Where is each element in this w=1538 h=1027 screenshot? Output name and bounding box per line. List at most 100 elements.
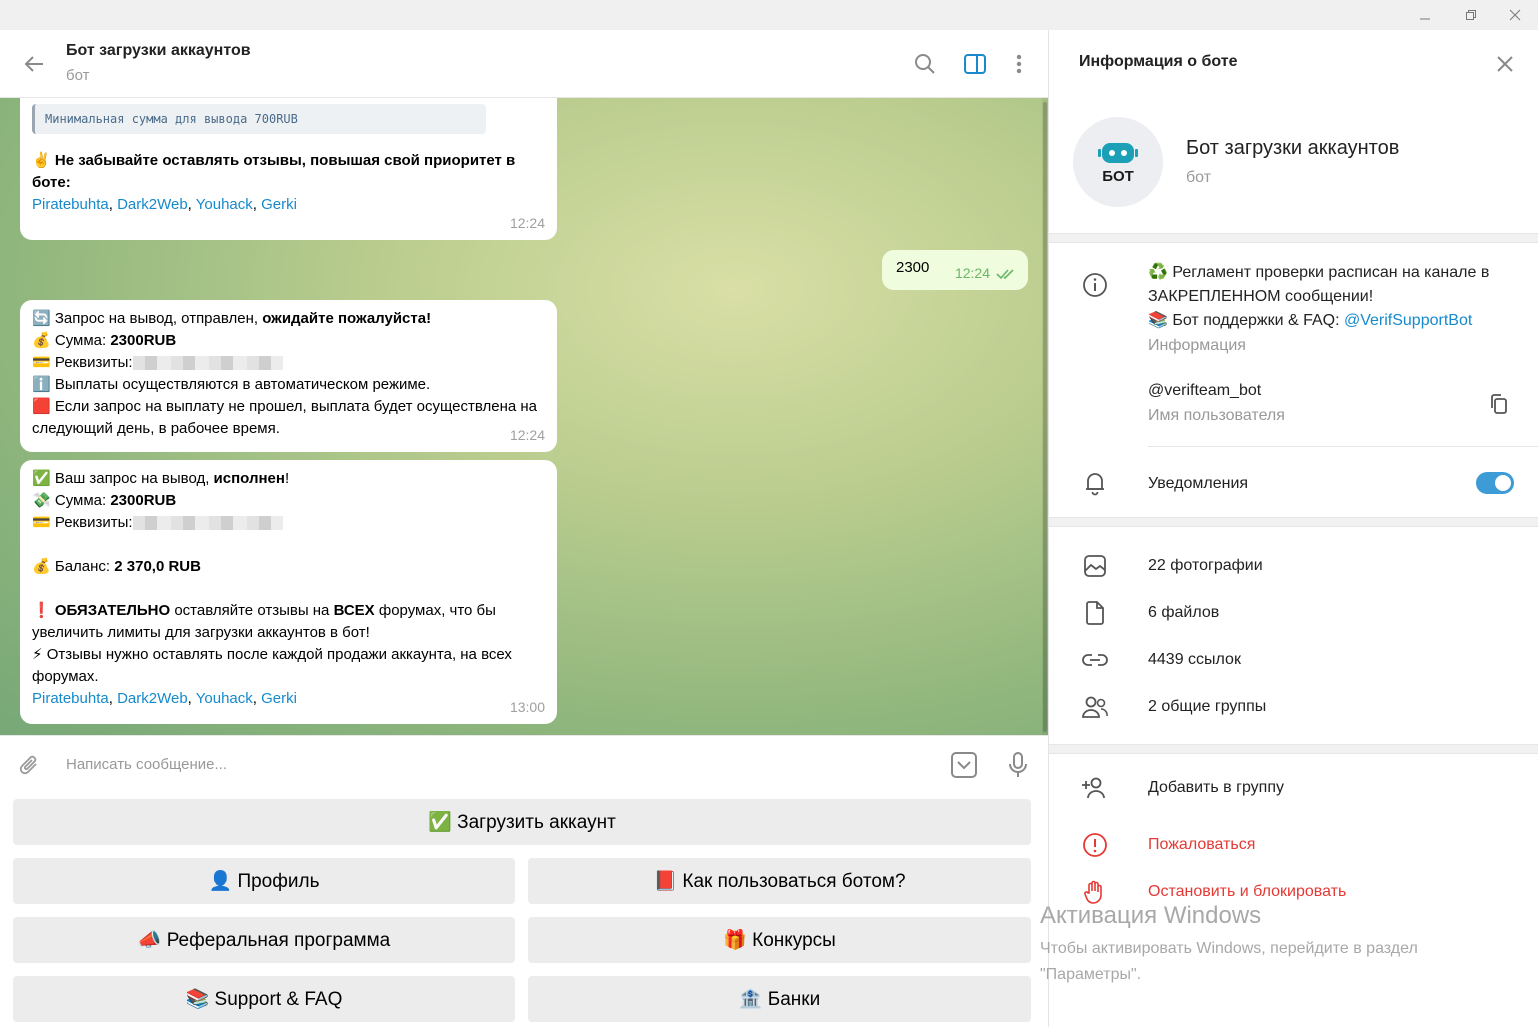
bot-keyboard: ✅ Загрузить аккаунт 👤 Профиль 📕 Как поль… [0,793,1048,1027]
microphone-icon [1009,752,1027,777]
bot-description: ♻️ Регламент проверки расписан на канале… [1148,261,1518,333]
info-caption: Информация [1148,337,1246,354]
emoji: ⚡ [32,646,43,663]
attach-button[interactable] [14,750,46,782]
username-link[interactable]: @verifteam_bot [1148,379,1261,403]
restore-button[interactable] [1448,0,1494,30]
divider [1049,233,1538,243]
support-faq-button[interactable]: 📚 Support & FAQ [13,976,515,1022]
voice-button[interactable] [1002,749,1034,781]
message-incoming[interactable]: 🔄 Запрос на вывод, отправлен, ожидайте п… [20,300,557,452]
report-button[interactable]: Пожаловаться [1148,833,1255,857]
links-item[interactable]: 4439 ссылок [1148,648,1241,672]
link-gerki[interactable]: Gerki [261,690,297,707]
bot-subtitle: бот [1186,169,1212,186]
chat-title[interactable]: Бот загрузки аккаунтов [66,42,251,60]
copy-username-button[interactable] [1483,388,1515,420]
window-titlebar [0,0,1538,30]
message-text: Отзывы нужно оставлять после каждой прод… [32,646,512,685]
chat-area: Бот загрузки аккаунтов бот Минимальная с… [0,30,1048,1027]
referral-button[interactable]: 📣 Реферальная программа [13,917,515,963]
message-text: Баланс: [54,558,115,575]
message-text: ✌️ Не забывайте оставлять отзывы, повыша… [32,150,545,194]
emoji: ✅ [32,470,51,487]
link-youhack[interactable]: Youhack [196,196,253,213]
message-time: 12:24 [509,427,545,443]
link-gerki[interactable]: Gerki [261,196,297,213]
link-piratebuhta[interactable]: Piratebuhta [32,196,109,213]
amount-value: 2300RUB [110,332,177,349]
users-icon [1079,691,1111,723]
message-bold-text: ожидайте пожалуйста! [262,310,432,327]
scrollbar-thumb[interactable] [1043,102,1047,732]
banks-button[interactable]: 🏦 Банки [528,976,1031,1022]
toggle-info-panel-button[interactable] [959,48,991,80]
back-button[interactable] [18,48,50,80]
groups-item[interactable]: 2 общие группы [1148,695,1266,719]
blurred-details [132,356,283,371]
minimize-icon [1420,18,1430,20]
message-text: Реквизиты: [54,514,133,531]
arrow-left-icon [24,56,43,72]
link-youhack[interactable]: Youhack [196,690,253,707]
message-text: Запрос на вывод, отправлен, [54,310,263,327]
files-item[interactable]: 6 файлов [1148,601,1219,625]
message-incoming[interactable]: Минимальная сумма для вывода 700RUB ✌️ Н… [20,98,557,240]
emoji: 💰 [32,332,51,349]
message-text: Если запрос на выплату не прошел, выплат… [32,398,538,437]
file-icon [1079,597,1111,629]
search-button[interactable] [909,48,941,80]
avatar[interactable]: БОТ [1073,117,1163,207]
chat-subtitle: бот [66,67,90,84]
add-user-icon [1079,772,1111,804]
close-panel-button[interactable] [1489,48,1521,80]
more-menu-button[interactable] [1003,48,1035,80]
message-text: Сумма: [54,332,111,349]
howto-button[interactable]: 📕 Как пользоваться ботом? [528,858,1031,904]
add-to-group-button[interactable]: Добавить в группу [1148,776,1284,800]
message-bold-text: исполнен [213,470,285,487]
stop-and-block-button[interactable]: Остановить и блокировать [1148,880,1346,904]
link-piratebuhta[interactable]: Piratebuhta [32,690,109,707]
minimize-button[interactable] [1402,0,1448,30]
notifications-label: Уведомления [1148,475,1249,492]
profile-button[interactable]: 👤 Профиль [13,858,515,904]
message-line: ℹ️ Выплаты осуществляются в автоматическ… [32,374,545,396]
double-check-icon [996,269,1014,280]
contests-button[interactable]: 🎁 Конкурсы [528,917,1031,963]
emoji: 💸 [32,492,51,509]
bot-keyboard-button[interactable] [948,749,980,781]
message-incoming[interactable]: ✅ Ваш запрос на вывод, исполнен! 💸 Сумма… [20,460,557,724]
search-icon [915,54,935,74]
divider [1148,446,1538,447]
description-text: 📚 Бот поддержки & FAQ: [1148,312,1344,329]
close-icon [1509,9,1521,21]
message-text: Выплаты осуществляются в автоматическом … [54,376,431,393]
message-list[interactable]: Минимальная сумма для вывода 700RUB ✌️ Н… [0,98,1048,735]
message-time: 13:00 [509,699,545,715]
chat-header: Бот загрузки аккаунтов бот [0,30,1048,98]
message-outgoing[interactable]: 2300 12:24 [882,250,1028,290]
message-input[interactable]: Написать сообщение... [66,756,227,773]
support-bot-link[interactable]: @VerifSupportBot [1344,312,1472,329]
message-bold-text: Не забывайте оставлять отзывы, повышая с… [32,152,516,191]
close-window-button[interactable] [1492,0,1538,30]
photos-item[interactable]: 22 фотографии [1148,554,1263,578]
message-line: 🔄 Запрос на вывод, отправлен, ожидайте п… [32,308,545,330]
message-text: Ваш запрос на вывод, [54,470,214,487]
message-text: Реквизиты: [54,354,133,371]
message-line: 💸 Сумма: 2300RUB [32,490,545,512]
bot-info-panel: Информация о боте БОТ Бот загрузки аккау… [1048,30,1538,1027]
link-dark2web[interactable]: Dark2Web [117,690,188,707]
notifications-toggle[interactable] [1476,472,1514,494]
info-icon [1079,269,1111,301]
blurred-details [132,516,283,531]
upload-account-button[interactable]: ✅ Загрузить аккаунт [13,799,1031,845]
message-line: 💰 Баланс: 2 370,0 RUB [32,556,545,578]
emoji: 🟥 [32,398,51,415]
link-dark2web[interactable]: Dark2Web [117,196,188,213]
sidebar-icon [964,54,986,74]
bot-name: Бот загрузки аккаунтов [1186,137,1400,159]
